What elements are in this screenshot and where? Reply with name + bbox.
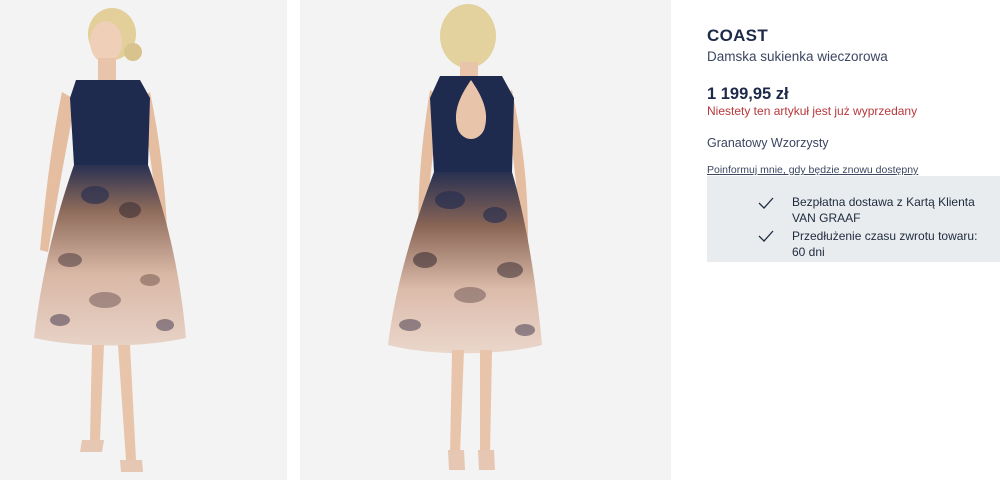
check-icon <box>758 197 774 209</box>
dress-front-illustration <box>34 8 186 472</box>
product-title: Damska sukienka wieczorowa <box>707 49 888 64</box>
check-icon <box>758 230 774 242</box>
product-price: 1 199,95 zł <box>707 85 789 103</box>
benefit-text: Bezpłatna dostawa z Kartą Klienta VAN GR… <box>792 195 975 225</box>
product-image-back[interactable] <box>300 0 671 480</box>
product-image-front[interactable] <box>0 0 287 480</box>
color-label: Granatowy Wzorzysty <box>707 136 829 150</box>
benefit-text: Przedłużenie czasu zwrotu towaru: 60 dni <box>792 229 978 259</box>
dress-back-illustration <box>388 4 542 470</box>
notify-me-link[interactable]: Poinformuj mnie, gdy będzie znowu dostęp… <box>707 164 918 176</box>
benefits-box: Bezpłatna dostawa z Kartą Klienta VAN GR… <box>707 176 1000 262</box>
brand-name[interactable]: COAST <box>707 26 768 46</box>
sold-out-message: Niestety ten artykuł jest już wyprzedany <box>707 104 918 118</box>
